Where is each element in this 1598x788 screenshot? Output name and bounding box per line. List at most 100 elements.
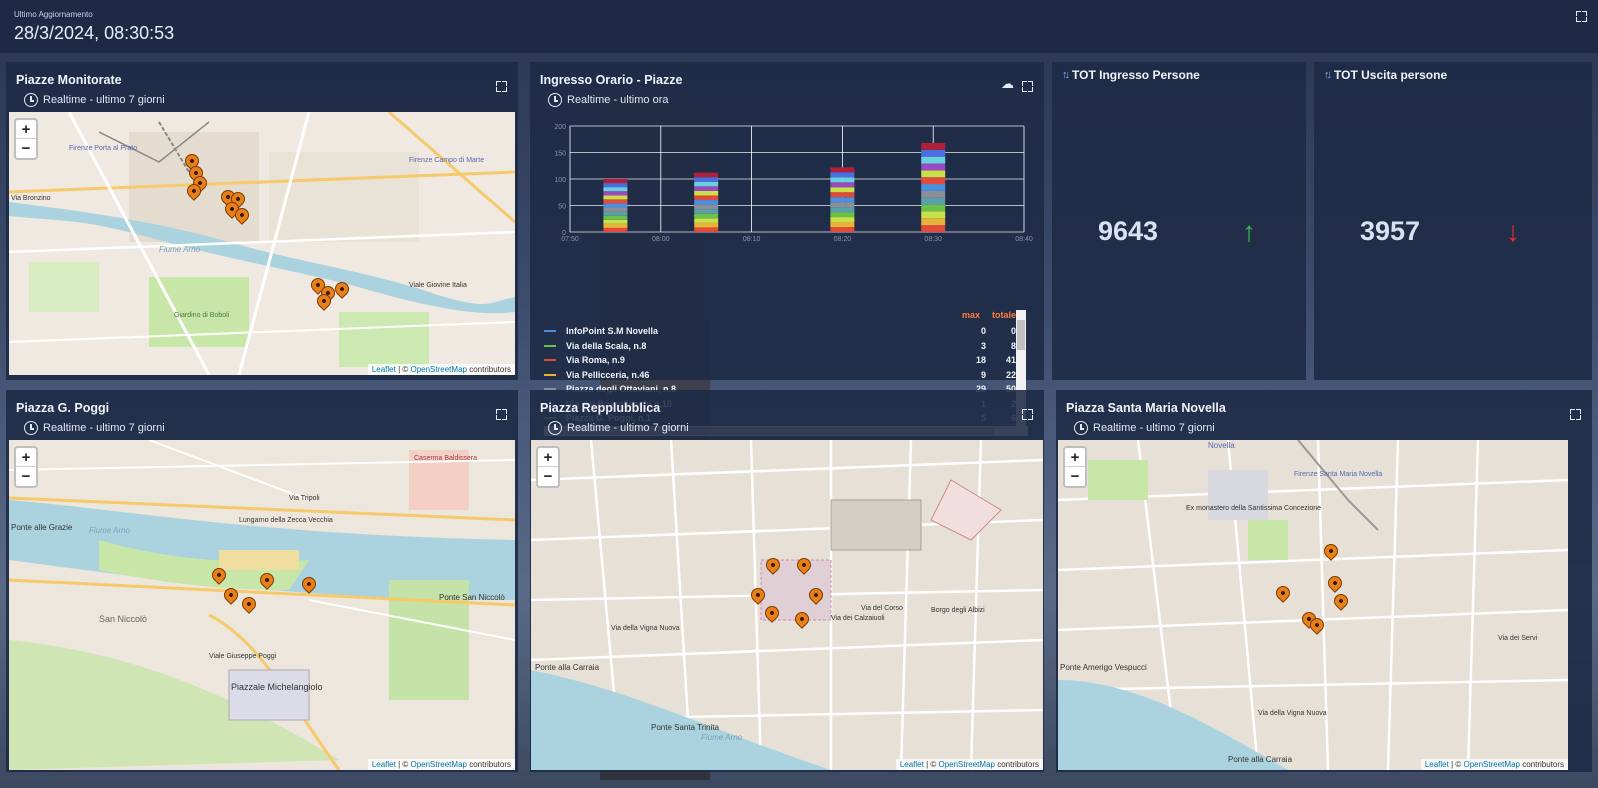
bar-segment[interactable] (603, 211, 628, 216)
clock-icon (1074, 421, 1088, 435)
bar-segment[interactable] (694, 177, 719, 182)
svg-text:Ponte Santa Trinita: Ponte Santa Trinita (651, 723, 720, 732)
bar-segment[interactable] (694, 218, 719, 223)
bar-segment[interactable] (921, 197, 946, 205)
bar-segment[interactable] (830, 177, 855, 183)
legend-max: 3 (980, 340, 986, 351)
bar-segment[interactable] (921, 170, 946, 178)
osm-link[interactable]: OpenStreetMap (410, 760, 466, 769)
cloud-download-icon[interactable]: ☁ (1001, 76, 1014, 92)
bar-segment[interactable] (830, 167, 855, 173)
svg-text:Via Tripoli: Via Tripoli (289, 495, 320, 502)
leaflet-link[interactable]: Leaflet (1425, 760, 1449, 769)
zoom-control: + − (14, 118, 38, 160)
bar-segment[interactable] (603, 227, 628, 232)
bar-segment[interactable] (830, 222, 855, 228)
map-piazza-smn[interactable]: Novella Ex monastero della Santissima Co… (1058, 440, 1568, 770)
svg-text:Fiume Arno: Fiume Arno (159, 245, 201, 254)
bar-segment[interactable] (921, 163, 946, 171)
zoom-out-button[interactable]: − (1065, 467, 1085, 486)
legend-item[interactable]: InfoPoint S.M Novella 0 0 (544, 324, 1016, 338)
zoom-in-button[interactable]: + (16, 120, 36, 139)
svg-text:Ponte Amerigo Vespucci: Ponte Amerigo Vespucci (1060, 663, 1147, 672)
map-attribution: Leaflet | © OpenStreetMap contributors (367, 759, 515, 770)
map-piazza-poggi[interactable]: Fiume Arno Piazzale Michelangiolo Ponte … (9, 440, 515, 770)
bar-segment[interactable] (694, 181, 719, 187)
bar-segment[interactable] (694, 200, 719, 205)
bar-segment[interactable] (603, 199, 628, 204)
map-piazze-monitorate[interactable]: Fiume Arno Firenze Porta al Prato Firenz… (9, 112, 515, 375)
bar-segment[interactable] (694, 222, 719, 228)
last-update-datetime: 28/3/2024, 08:30:53 (14, 23, 175, 43)
bar-segment[interactable] (603, 219, 628, 224)
bar-segment[interactable] (603, 191, 628, 196)
fullscreen-icon[interactable] (1022, 406, 1032, 424)
zoom-out-button[interactable]: − (16, 139, 36, 158)
bar-segment[interactable] (603, 195, 628, 200)
osm-link[interactable]: OpenStreetMap (410, 365, 466, 374)
legend-item[interactable]: Via Pellicceria, n.46 9 22 (544, 368, 1016, 382)
bar-segment[interactable] (694, 227, 719, 232)
bar-segment[interactable] (694, 190, 719, 196)
fullscreen-icon[interactable] (1576, 8, 1586, 26)
bar-segment[interactable] (830, 207, 855, 213)
legend-item[interactable]: Via della Scala, n.8 3 8 (544, 339, 1016, 353)
bar-segment[interactable] (921, 211, 946, 219)
bar-segment[interactable] (694, 213, 719, 219)
zoom-in-button[interactable]: + (1065, 448, 1085, 467)
zoom-out-button[interactable]: − (538, 467, 558, 486)
bar-segment[interactable] (830, 217, 855, 223)
bar-segment[interactable] (830, 192, 855, 198)
bar-segment[interactable] (694, 209, 719, 214)
bar-segment[interactable] (921, 204, 946, 212)
svg-text:Via dei Servi: Via dei Servi (1498, 635, 1538, 642)
osm-link[interactable]: OpenStreetMap (1463, 760, 1519, 769)
bar-segment[interactable] (694, 204, 719, 210)
legend-item[interactable]: Via Roma, n.9 18 41 (544, 353, 1016, 367)
bar-segment[interactable] (830, 182, 855, 188)
leaflet-link[interactable]: Leaflet (372, 760, 396, 769)
map-piazza-repubblica[interactable]: Fiume Arno Ponte alla Carraia Ponte Sant… (531, 440, 1043, 770)
bar-segment[interactable] (921, 218, 946, 226)
bar-segment[interactable] (603, 183, 628, 188)
bar-segment[interactable] (921, 142, 946, 150)
osm-link[interactable]: OpenStreetMap (938, 760, 994, 769)
map-tiles: Novella Ex monastero della Santissima Co… (1058, 440, 1568, 770)
bar-segment[interactable] (830, 212, 855, 218)
sort-icon: ↑↓ (1324, 69, 1332, 81)
zoom-in-button[interactable]: + (538, 448, 558, 467)
leaflet-link[interactable]: Leaflet (900, 760, 924, 769)
bar-segment[interactable] (603, 187, 628, 192)
bar-segment[interactable] (694, 195, 719, 201)
fullscreen-icon[interactable] (1022, 78, 1032, 96)
bar-segment[interactable] (921, 149, 946, 157)
bar-segment[interactable] (603, 203, 628, 208)
bar-segment[interactable] (921, 184, 946, 191)
bar-segment[interactable] (603, 223, 628, 228)
bar-segment[interactable] (830, 202, 855, 208)
bar-segment[interactable] (921, 225, 946, 232)
bar-segment[interactable] (830, 187, 855, 193)
fullscreen-icon[interactable] (1570, 406, 1580, 424)
leaflet-link[interactable]: Leaflet (372, 365, 396, 374)
bar-segment[interactable] (830, 227, 855, 232)
zoom-in-button[interactable]: + (16, 448, 36, 467)
bar-segment[interactable] (830, 172, 855, 178)
fullscreen-icon[interactable] (496, 406, 506, 424)
bar-segment[interactable] (921, 156, 946, 164)
legend-name: InfoPoint S.M Novella (566, 326, 659, 336)
bar-segment[interactable] (830, 197, 855, 203)
bar-segment[interactable] (603, 207, 628, 212)
fullscreen-icon[interactable] (496, 78, 506, 96)
x-tick-label: 08:30 (924, 236, 942, 243)
subtitle-text: Realtime - ultimo 7 giorni (43, 94, 165, 106)
bar-segment[interactable] (603, 179, 628, 184)
bar-segment[interactable] (921, 190, 946, 198)
bar-segment[interactable] (603, 215, 628, 220)
panel-piazza-smn: Piazza Santa Maria Novella Realtime - ul… (1056, 390, 1592, 772)
zoom-out-button[interactable]: − (16, 467, 36, 486)
bar-segment[interactable] (694, 172, 719, 178)
legend-totale: 0 (1010, 326, 1016, 336)
bar-segment[interactable] (921, 177, 946, 185)
bar-segment[interactable] (694, 186, 719, 191)
